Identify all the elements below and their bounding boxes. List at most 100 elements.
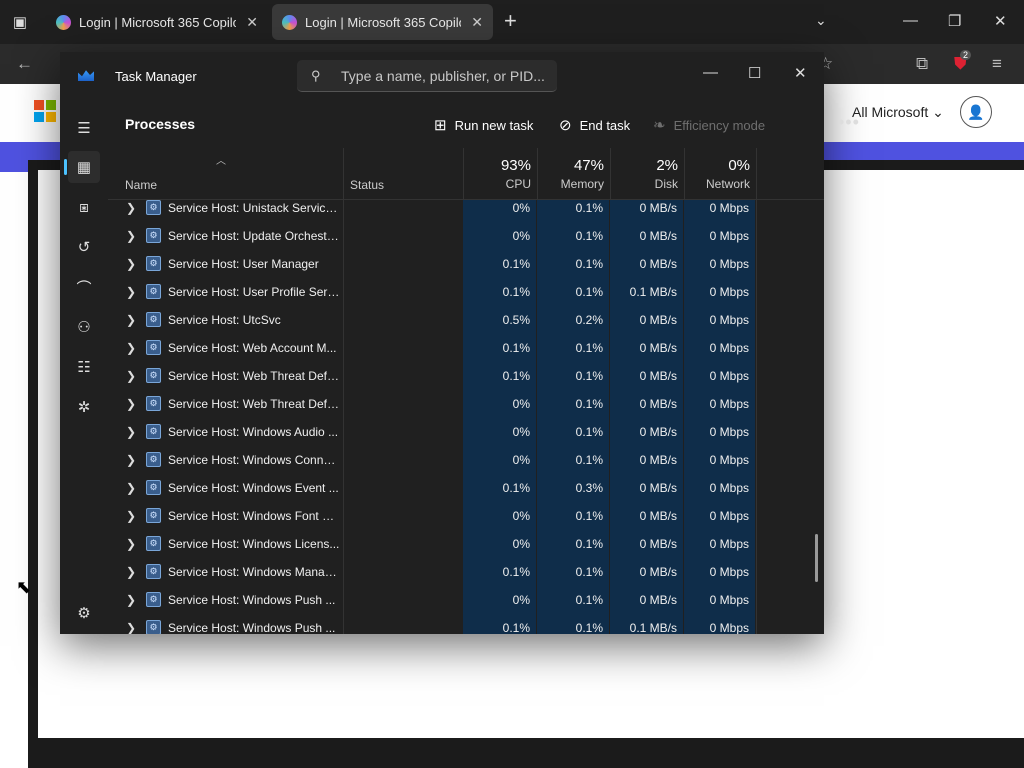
close-tab-icon[interactable]: ✕ (471, 14, 483, 31)
run-new-task-button[interactable]: ⊞ Run new task (434, 116, 533, 134)
expand-chevron-icon[interactable]: ❯ (126, 257, 136, 271)
menu-icon[interactable]: ≡ (992, 54, 1002, 74)
disk-value: 0 MB/s (610, 530, 683, 558)
table-row[interactable]: ❯ ⚙ Service Host: Update Orchestr... 0% 0.1%… (108, 222, 824, 250)
process-name: Service Host: Windows Push ... (168, 621, 336, 634)
title-bar: Task Manager ⚲ — ☐ ✕ (60, 52, 824, 100)
disk-value: 0 MB/s (610, 558, 683, 586)
table-row[interactable]: ❯ ⚙ Service Host: Windows Push ... 0% 0.1% 0 … (108, 586, 824, 614)
process-name: Service Host: Windows Event ... (168, 481, 339, 495)
column-header-network[interactable]: 0% Network (684, 148, 756, 200)
column-header-cpu[interactable]: 93% CPU (463, 148, 537, 200)
cpu-label: CPU (505, 177, 531, 191)
maximize-icon[interactable]: ☐ (748, 64, 761, 82)
table-row[interactable]: ❯ ⚙ Service Host: Windows Conne... 0% 0.1% 0 … (108, 446, 824, 474)
end-task-button[interactable]: ⊘ End task (559, 116, 630, 134)
settings-gear-icon[interactable]: ⚙ (68, 597, 100, 629)
table-row[interactable]: ❯ ⚙ Service Host: UtcSvc 0.5% 0.2% 0 MB/s 0 Mb… (108, 306, 824, 334)
network-value: 0 Mbps (684, 474, 755, 502)
expand-chevron-icon[interactable]: ❯ (126, 313, 136, 327)
extensions-icon[interactable]: ⧉ (916, 54, 928, 74)
memory-value: 0.1% (537, 530, 609, 558)
page-title: Processes (125, 116, 196, 132)
expand-chevron-icon[interactable]: ❯ (126, 397, 136, 411)
tab-actions-icon[interactable]: ▣ (6, 8, 34, 36)
expand-chevron-icon[interactable]: ❯ (126, 285, 136, 299)
expand-chevron-icon[interactable]: ❯ (126, 229, 136, 243)
cpu-value: 0% (463, 530, 536, 558)
column-header-name[interactable]: Name (125, 178, 157, 192)
table-row[interactable]: ❯ ⚙ Service Host: Web Threat Defe... 0.1% 0.… (108, 362, 824, 390)
expand-chevron-icon[interactable]: ❯ (126, 537, 136, 551)
app-history-nav-icon[interactable]: ↺ (68, 231, 100, 263)
column-header-memory[interactable]: 47% Memory (537, 148, 610, 200)
memory-total: 47% (573, 157, 604, 174)
extension-badge: 2 (960, 50, 972, 60)
search-box[interactable]: ⚲ (297, 60, 557, 92)
disk-value: 0.1 MB/s (610, 278, 683, 306)
table-row[interactable]: ❯ ⚙ Service Host: User Manager 0.1% 0.1% 0 MB… (108, 250, 824, 278)
table-row[interactable]: ❯ ⚙ Service Host: Windows Push ... 0.1% 0.1%… (108, 614, 824, 634)
network-value: 0 Mbps (684, 614, 755, 634)
process-name: Service Host: Windows Font C... (168, 509, 340, 523)
microsoft-logo[interactable] (34, 100, 56, 122)
cpu-total: 93% (500, 157, 531, 174)
efficiency-mode-label: Efficiency mode (673, 117, 766, 133)
minimize-icon[interactable]: — (903, 12, 918, 29)
expand-chevron-icon[interactable]: ❯ (126, 201, 136, 215)
expand-chevron-icon[interactable]: ❯ (126, 565, 136, 579)
users-nav-icon[interactable]: ⚇ (68, 311, 100, 343)
startup-apps-nav-icon[interactable]: ⌒ (68, 271, 100, 303)
vertical-scrollbar[interactable] (815, 534, 818, 582)
close-icon[interactable]: ✕ (794, 64, 807, 82)
expand-chevron-icon[interactable]: ❯ (126, 481, 136, 495)
back-icon[interactable]: ← (16, 54, 33, 74)
disk-value: 0 MB/s (610, 502, 683, 530)
expand-chevron-icon[interactable]: ❯ (126, 509, 136, 523)
minimize-icon[interactable]: — (703, 64, 718, 81)
table-row[interactable]: ❯ ⚙ Service Host: Windows Manag... 0.1% 0.1%… (108, 558, 824, 586)
expand-chevron-icon[interactable]: ❯ (126, 369, 136, 383)
expand-chevron-icon[interactable]: ❯ (126, 621, 136, 634)
hamburger-menu-icon[interactable]: ☰ (68, 112, 100, 144)
details-nav-icon[interactable]: ☷ (68, 351, 100, 383)
close-tab-icon[interactable]: ✕ (246, 14, 258, 31)
service-host-icon: ⚙ (146, 340, 161, 355)
more-options-icon[interactable]: ••• (838, 112, 860, 133)
close-icon[interactable]: ✕ (994, 12, 1007, 30)
search-input[interactable] (341, 66, 547, 86)
memory-value: 0.1% (537, 418, 609, 446)
processes-nav-icon[interactable]: ▦ (64, 151, 100, 183)
table-row[interactable]: ❯ ⚙ Service Host: Web Threat Defe... 0% 0.1%… (108, 390, 824, 418)
expand-chevron-icon[interactable]: ❯ (126, 341, 136, 355)
memory-label: Memory (560, 177, 604, 191)
run-new-task-icon: ⊞ (434, 117, 447, 134)
memory-value: 0.1% (537, 502, 609, 530)
column-header-status[interactable]: Status (350, 178, 384, 192)
performance-nav-icon[interactable]: ⧆ (68, 191, 100, 223)
expand-chevron-icon[interactable]: ❯ (126, 593, 136, 607)
expand-chevron-icon[interactable]: ❯ (126, 425, 136, 439)
memory-value: 0.1% (537, 390, 609, 418)
services-nav-icon[interactable]: ✲ (68, 391, 100, 423)
cpu-value: 0% (463, 502, 536, 530)
table-row[interactable]: ❯ ⚙ Service Host: Windows Event ... 0.1% 0.3… (108, 474, 824, 502)
expand-chevron-icon[interactable]: ❯ (126, 453, 136, 467)
table-row[interactable]: ❯ ⚙ Service Host: Windows Licens... 0% 0.1% 0… (108, 530, 824, 558)
table-row[interactable]: ❯ ⚙ Service Host: Windows Audio ... 0% 0.1% 0… (108, 418, 824, 446)
table-row[interactable]: ❯ ⚙ Service Host: User Profile Servi... 0.1… (108, 278, 824, 306)
browser-tab-active[interactable]: Login | Microsoft 365 Copilot ✕ (272, 4, 493, 40)
all-microsoft-menu[interactable]: All Microsoft ⌄ (852, 104, 944, 121)
table-row[interactable]: ❯ ⚙ Service Host: Windows Font C... 0% 0.1% 0… (108, 502, 824, 530)
service-host-icon: ⚙ (146, 620, 161, 634)
disk-label: Disk (654, 177, 678, 191)
browser-tab[interactable]: Login | Microsoft 365 Copilot ✕ (46, 4, 268, 40)
restore-icon[interactable]: ❐ (948, 12, 961, 30)
efficiency-mode-button[interactable]: ❧ Efficiency mode (653, 116, 765, 134)
tab-list-chevron-icon[interactable]: ⌄ (815, 12, 827, 29)
column-header-disk[interactable]: 2% Disk (610, 148, 684, 200)
account-avatar-icon[interactable]: 👤 (960, 96, 992, 128)
memory-value: 0.1% (537, 586, 609, 614)
new-tab-icon[interactable]: + (504, 10, 517, 32)
table-row[interactable]: ❯ ⚙ Service Host: Web Account M... 0.1% 0.1%… (108, 334, 824, 362)
